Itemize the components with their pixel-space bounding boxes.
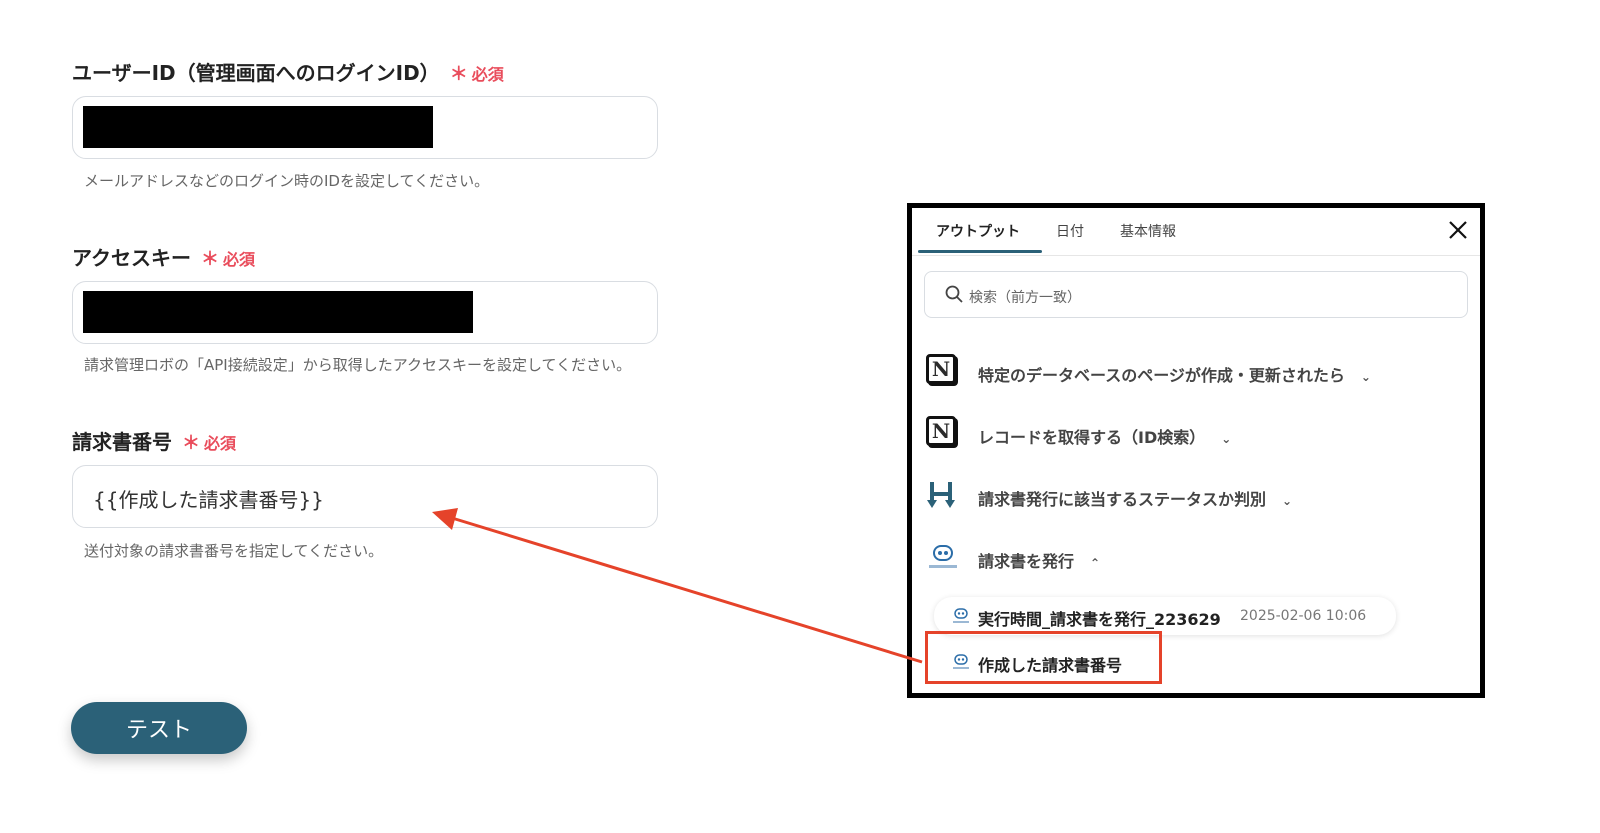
user-id-help: メールアドレスなどのログイン時のIDを設定してください。 <box>84 172 490 190</box>
required-badge: ＊必須 <box>201 249 256 270</box>
search-icon <box>945 285 963 303</box>
active-tab-indicator <box>918 250 1042 253</box>
invoice-number-value: {{作成した請求書番号}} <box>93 488 324 512</box>
highlight-box <box>925 631 1162 684</box>
tab-bar: アウトプット 日付 基本情報 <box>912 208 1480 256</box>
chevron-down-icon: ⌄ <box>1360 370 1371 384</box>
notion-icon: N <box>926 354 956 384</box>
tab-output[interactable]: アウトプット <box>936 221 1020 241</box>
output-item-label: 実行時間_請求書を発行_223629 <box>978 610 1221 629</box>
step-label: 特定のデータベースのページが作成・更新されたら <box>978 366 1345 385</box>
test-button[interactable]: テスト <box>71 702 247 754</box>
chevron-down-icon: ⌄ <box>1282 494 1293 508</box>
step-label: レコードを取得する（ID検索） <box>978 428 1206 447</box>
step-row-branch[interactable]: 請求書発行に該当するステータスか判別 ⌄ <box>926 476 1306 516</box>
robot-icon <box>953 608 969 623</box>
user-id-label: ユーザーID（管理画面へのログインID） ＊必須 <box>72 57 504 86</box>
invoice-number-field[interactable]: {{作成した請求書番号}} <box>72 465 658 528</box>
output-item-value: 2025-02-06 10:06 <box>1240 608 1367 624</box>
tab-basic-info[interactable]: 基本情報 <box>1120 221 1176 241</box>
required-star: ＊ <box>201 249 219 270</box>
branch-icon <box>927 482 955 508</box>
output-item-execution-time[interactable]: 実行時間_請求書を発行_223629 2025-02-06 10:06 <box>934 597 1396 635</box>
required-text: 必須 <box>223 250 256 269</box>
step-label: 請求書発行に該当するステータスか判別 <box>978 490 1267 509</box>
notion-icon: N <box>926 416 956 446</box>
required-star: ＊ <box>182 433 200 454</box>
invoice-number-help: 送付対象の請求書番号を指定してください。 <box>84 542 384 560</box>
robot-icon <box>929 545 957 568</box>
invoice-number-label: 請求書番号 ＊必須 <box>72 426 236 455</box>
required-text: 必須 <box>204 434 237 453</box>
invoice-number-label-text: 請求書番号 <box>72 430 172 454</box>
close-icon[interactable] <box>1446 218 1470 242</box>
step-row-notion-get-record[interactable]: N レコードを取得する（ID検索） ⌄ <box>926 414 1246 454</box>
chevron-down-icon: ⌄ <box>1221 432 1232 446</box>
required-text: 必須 <box>471 65 504 84</box>
step-row-notion-trigger[interactable]: N 特定のデータベースのページが作成・更新されたら ⌄ <box>926 352 1386 392</box>
chevron-up-icon: ⌃ <box>1090 556 1101 570</box>
user-id-field[interactable] <box>72 96 658 159</box>
access-key-label: アクセスキー ＊必須 <box>72 242 255 271</box>
access-key-help: 請求管理ロボの「API接続設定」から取得したアクセスキーを設定してください。 <box>84 356 632 374</box>
step-row-issue-invoice[interactable]: 請求書を発行 ⌃ <box>926 538 1126 578</box>
step-label: 請求書を発行 <box>978 552 1075 571</box>
redacted-value <box>83 291 473 333</box>
tab-date[interactable]: 日付 <box>1056 221 1084 241</box>
user-id-label-text: ユーザーID（管理画面へのログインID） <box>72 61 440 85</box>
access-key-label-text: アクセスキー <box>72 246 191 270</box>
required-badge: ＊必須 <box>449 64 504 85</box>
search-input[interactable]: 検索（前方一致） <box>924 271 1468 318</box>
required-star: ＊ <box>449 64 468 85</box>
output-picker-panel: アウトプット 日付 基本情報 検索（前方一致） N 特定のデータベースのページが… <box>907 203 1485 698</box>
required-badge: ＊必須 <box>182 433 237 454</box>
access-key-field[interactable] <box>72 281 658 344</box>
redacted-value <box>83 106 433 148</box>
search-placeholder: 検索（前方一致） <box>969 290 1081 306</box>
